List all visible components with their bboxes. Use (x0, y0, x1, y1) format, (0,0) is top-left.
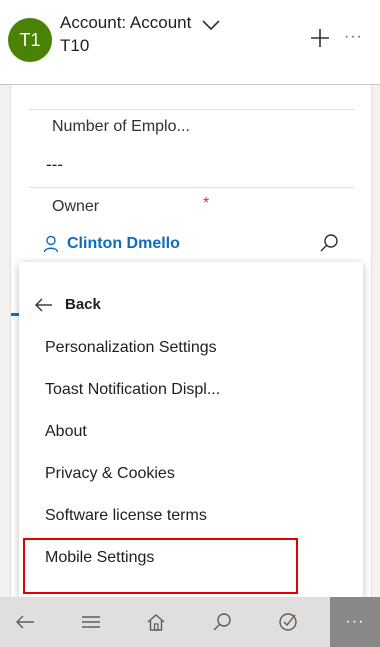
record-header: T1 Account: Account T10 ··· (0, 0, 380, 85)
back-arrow-icon (16, 615, 34, 629)
chevron-down-icon[interactable] (200, 14, 222, 36)
nav-more-button[interactable]: ··· (330, 597, 380, 647)
add-icon[interactable] (309, 27, 331, 49)
nav-back-button[interactable] (0, 597, 50, 647)
search-icon (213, 613, 231, 631)
nav-search-button[interactable] (197, 597, 247, 647)
settings-flyout-menu: Back Personalization Settings Toast Noti… (19, 262, 363, 597)
owner-lookup[interactable]: Clinton Dmello (43, 235, 180, 253)
divider (29, 109, 354, 110)
employees-label: Number of Emplo... (52, 118, 190, 135)
menu-item-personalization-settings[interactable]: Personalization Settings (45, 339, 217, 357)
nav-menu-button[interactable] (66, 597, 116, 647)
owner-label: Owner (52, 198, 100, 215)
home-icon (147, 614, 165, 631)
owner-link[interactable]: Clinton Dmello (67, 235, 180, 253)
bottom-navigation: ··· (0, 597, 380, 647)
back-button[interactable]: Back (35, 296, 101, 313)
menu-item-about[interactable]: About (45, 423, 87, 441)
nav-home-button[interactable] (131, 597, 181, 647)
page-title: Account: Account (60, 13, 192, 32)
search-icon[interactable] (319, 233, 339, 253)
avatar: T1 (8, 18, 52, 62)
hamburger-menu-icon (82, 616, 100, 628)
highlight-box (23, 538, 298, 594)
required-marker: * (203, 195, 210, 212)
nav-activity-button[interactable] (263, 597, 313, 647)
menu-item-privacy-cookies[interactable]: Privacy & Cookies (45, 465, 175, 483)
menu-item-toast-notification[interactable]: Toast Notification Displ... (45, 381, 220, 399)
page-subtitle: T10 (60, 36, 90, 55)
back-label: Back (65, 296, 101, 313)
divider (29, 187, 354, 188)
target-icon (279, 613, 297, 631)
back-arrow-icon (35, 298, 52, 311)
more-commands-button[interactable]: ··· (344, 28, 363, 46)
menu-item-software-license[interactable]: Software license terms (45, 507, 207, 525)
employees-field[interactable]: --- (46, 155, 63, 175)
user-icon (43, 235, 59, 253)
